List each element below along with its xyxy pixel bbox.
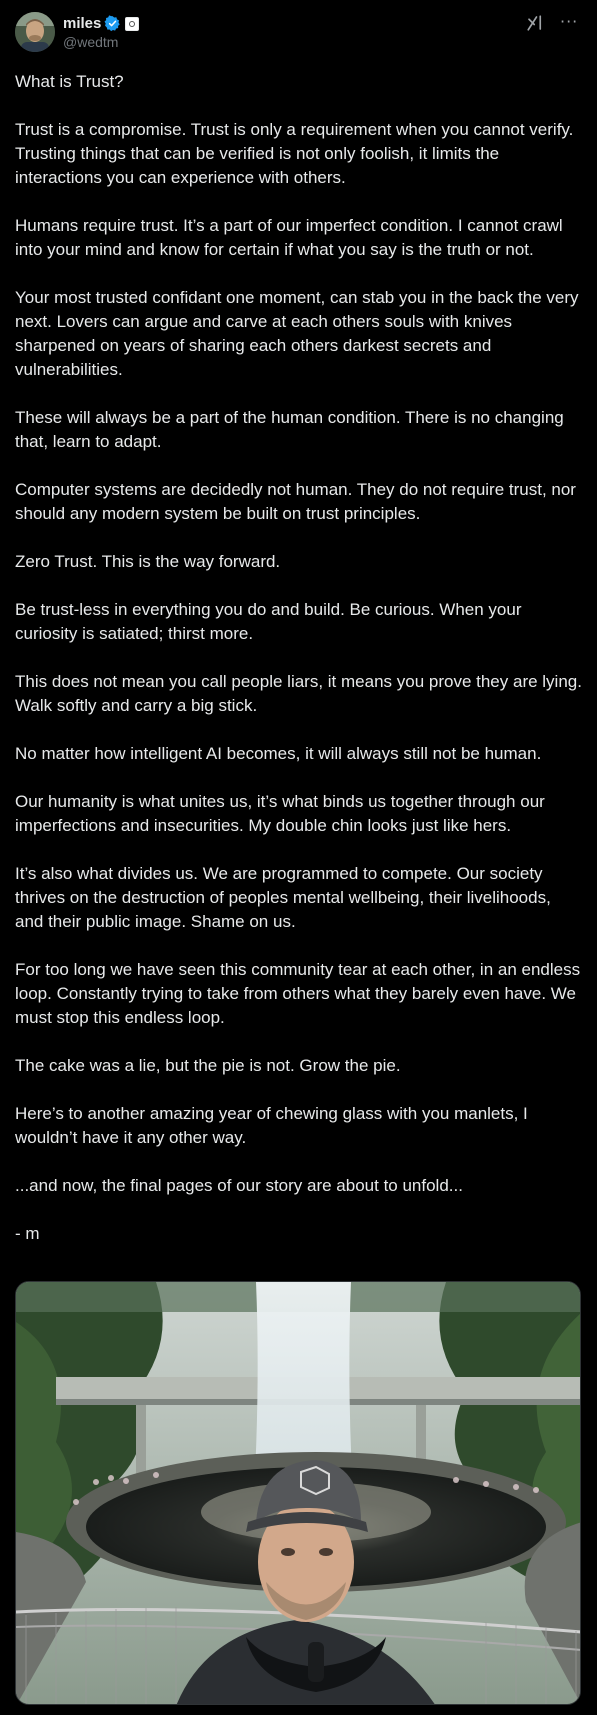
paragraph: It’s also what divides us. We are progra… xyxy=(15,864,551,931)
post-body: What is Trust? Trust is a compromise. Tr… xyxy=(15,70,583,1270)
affiliation-badge-icon[interactable] xyxy=(125,16,140,31)
paragraph: Trust is a compromise. Trust is only a r… xyxy=(15,120,574,187)
photo-image xyxy=(16,1282,580,1704)
display-name[interactable]: miles xyxy=(63,15,101,32)
paragraph: ...and now, the final pages of our story… xyxy=(15,1176,463,1195)
paragraph: Your most trusted confidant one moment, … xyxy=(15,288,579,379)
author-handle[interactable]: @wedtm xyxy=(63,34,139,50)
paragraph: The cake was a lie, but the pie is not. … xyxy=(15,1056,401,1075)
paragraph: What is Trust? xyxy=(15,72,124,91)
verified-badge-icon xyxy=(104,15,121,32)
post: miles @wedtm ··· What is Trust? Trust is… xyxy=(0,0,597,1715)
post-header: miles @wedtm ··· xyxy=(15,12,582,54)
grok-icon[interactable] xyxy=(526,14,544,32)
paragraph: These will always be a part of the human… xyxy=(15,408,564,451)
avatar[interactable] xyxy=(15,12,55,52)
author-names: miles @wedtm xyxy=(63,14,140,50)
paragraph: No matter how intelligent AI becomes, it… xyxy=(15,744,542,763)
post-photo[interactable] xyxy=(15,1281,581,1705)
paragraph: For too long we have seen this community… xyxy=(15,960,581,1027)
paragraph: This does not mean you call people liars… xyxy=(15,672,582,715)
paragraph: Be trust-less in everything you do and b… xyxy=(15,600,522,643)
paragraph: Zero Trust. This is the way forward. xyxy=(15,552,281,571)
avatar-image xyxy=(15,12,55,52)
paragraph: Computer systems are decidedly not human… xyxy=(15,480,576,523)
name-row: miles xyxy=(63,14,140,33)
more-options-icon[interactable]: ··· xyxy=(560,14,578,30)
paragraph: Here’s to another amazing year of chewin… xyxy=(15,1104,528,1147)
paragraph: Our humanity is what unites us, it’s wha… xyxy=(15,792,545,835)
paragraph: Humans require trust. It’s a part of our… xyxy=(15,216,563,259)
paragraph: - m xyxy=(15,1224,40,1243)
